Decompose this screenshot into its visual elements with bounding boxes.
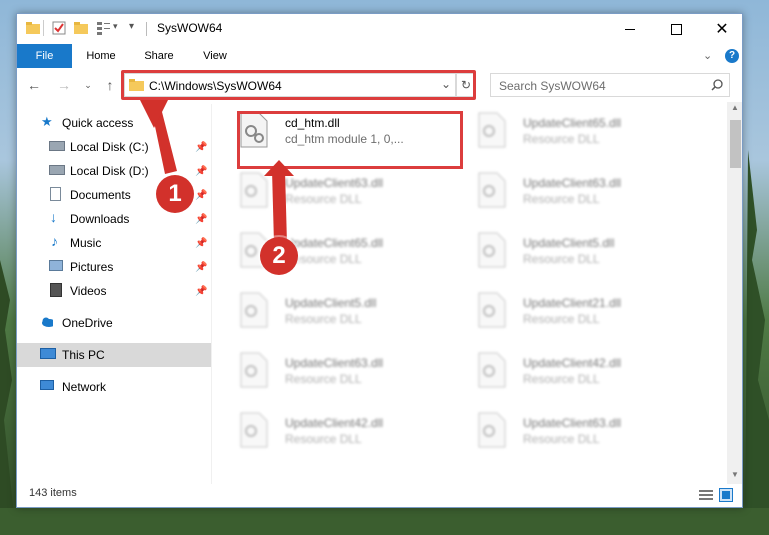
- step-arrows: [140, 100, 294, 244]
- step-2-badge: 2: [260, 237, 298, 275]
- step-1-badge: 1: [156, 175, 194, 213]
